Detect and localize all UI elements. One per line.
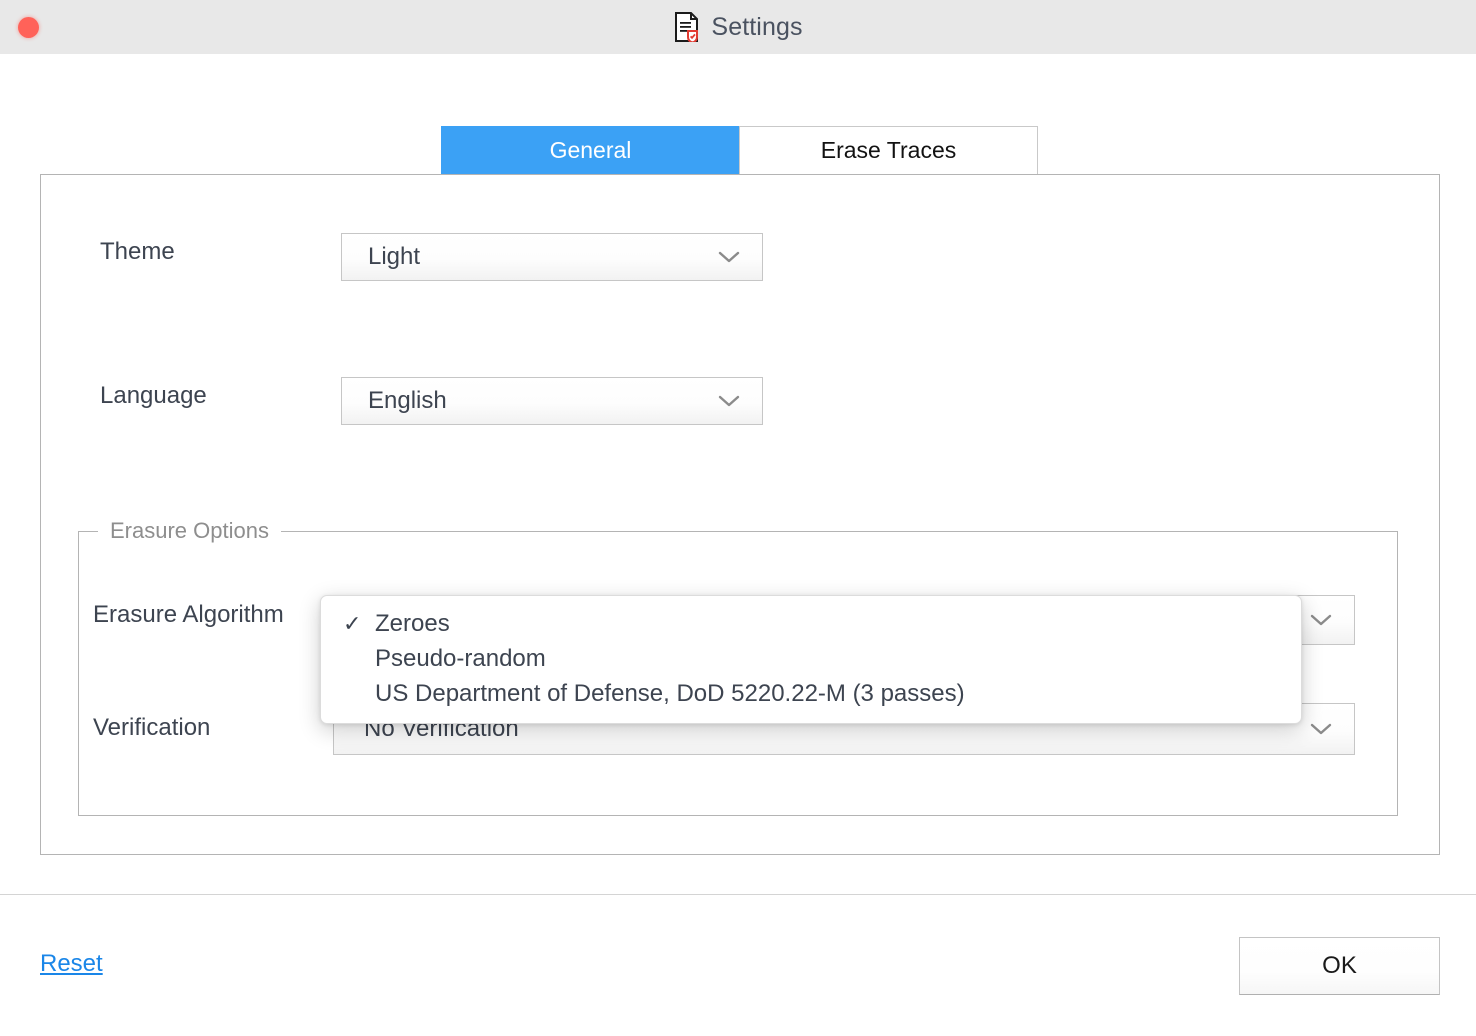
erasure-algorithm-label: Erasure Algorithm bbox=[93, 601, 284, 628]
theme-select-value: Light bbox=[368, 243, 421, 270]
document-shield-icon bbox=[673, 12, 701, 44]
tab-bar: General Erase Traces bbox=[441, 126, 1038, 175]
theme-field-row: Theme bbox=[100, 238, 175, 266]
dropdown-option-label: Pseudo-random bbox=[375, 644, 546, 672]
dropdown-option-label: Zeroes bbox=[375, 609, 450, 637]
erasure-options-legend: Erasure Options bbox=[98, 518, 281, 544]
chevron-down-icon bbox=[1310, 723, 1332, 735]
ok-button[interactable]: OK bbox=[1239, 937, 1440, 995]
window-title: Settings bbox=[711, 12, 803, 41]
tab-general[interactable]: General bbox=[441, 126, 740, 175]
tab-erase-traces[interactable]: Erase Traces bbox=[739, 126, 1038, 175]
checkmark-icon: ✓ bbox=[343, 610, 362, 636]
language-field-row: Language bbox=[100, 382, 207, 410]
chevron-down-icon bbox=[1310, 614, 1332, 626]
dropdown-option-dod-5220-22-m[interactable]: US Department of Defense, DoD 5220.22-M … bbox=[321, 676, 1301, 711]
dropdown-option-zeroes[interactable]: ✓ Zeroes bbox=[321, 606, 1301, 641]
footer-divider bbox=[0, 894, 1476, 895]
language-label: Language bbox=[100, 382, 207, 409]
language-select[interactable]: English bbox=[341, 377, 763, 425]
chevron-down-icon bbox=[718, 251, 740, 263]
erasure-algorithm-field-row: Erasure Algorithm bbox=[93, 601, 284, 629]
dropdown-option-pseudo-random[interactable]: Pseudo-random bbox=[321, 641, 1301, 676]
language-select-value: English bbox=[368, 387, 447, 414]
theme-label: Theme bbox=[100, 238, 175, 265]
dropdown-option-label: US Department of Defense, DoD 5220.22-M … bbox=[375, 679, 965, 707]
reset-link[interactable]: Reset bbox=[40, 950, 103, 978]
erasure-algorithm-dropdown-popup: ✓ Zeroes Pseudo-random US Department of … bbox=[320, 595, 1302, 724]
window-title-group: Settings bbox=[0, 0, 1476, 54]
theme-select[interactable]: Light bbox=[341, 233, 763, 281]
chevron-down-icon bbox=[718, 395, 740, 407]
title-bar: Settings bbox=[0, 0, 1476, 54]
verification-label: Verification bbox=[93, 714, 211, 741]
verification-field-row: Verification bbox=[93, 714, 210, 742]
